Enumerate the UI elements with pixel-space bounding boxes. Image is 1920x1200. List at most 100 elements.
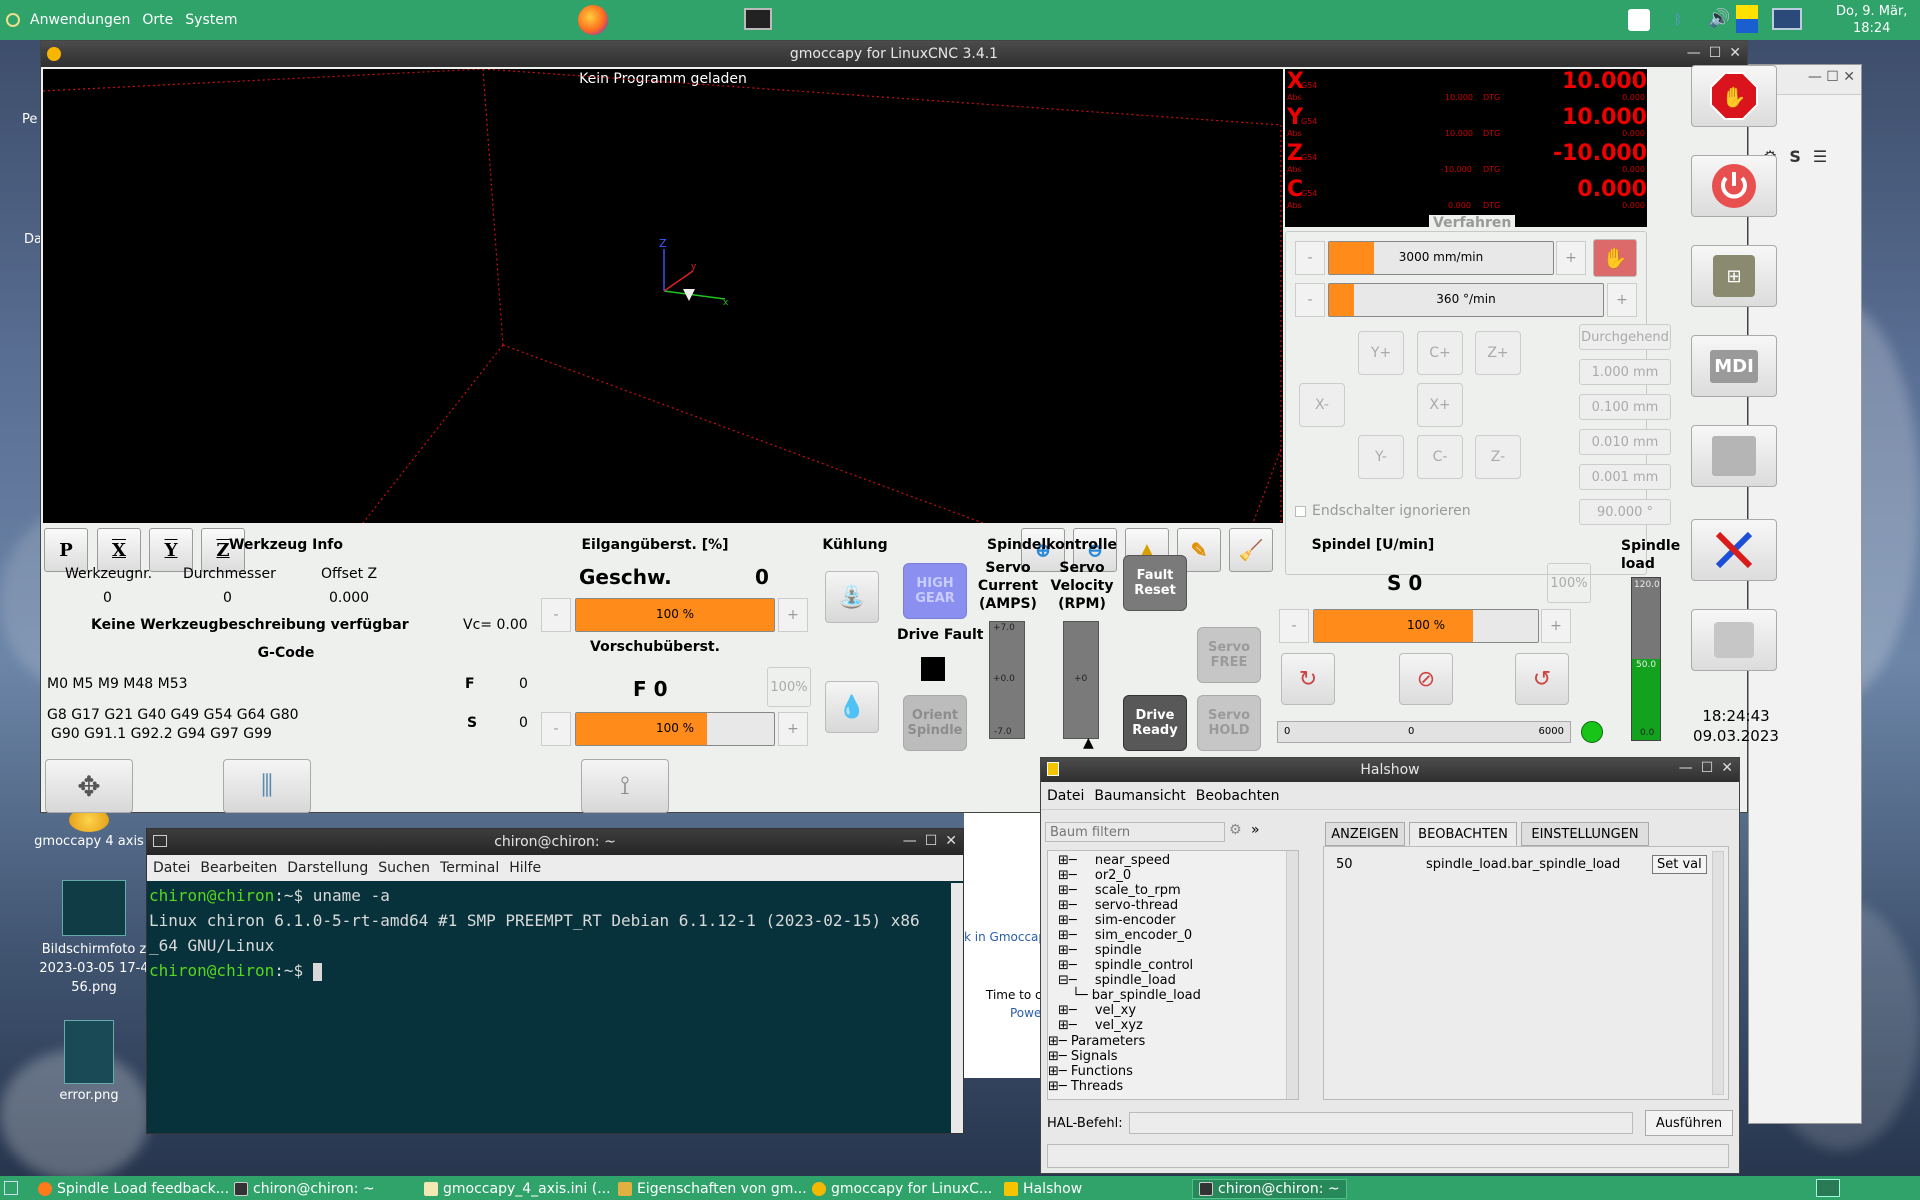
mist-coolant-button[interactable]: 💧 <box>825 681 879 733</box>
terminal-menu-hilfe[interactable]: Hilfe <box>509 860 541 876</box>
tree-filter-input[interactable] <box>1045 822 1225 842</box>
minimize-button[interactable]: — <box>1687 45 1701 61</box>
settings-button[interactable] <box>1691 519 1777 581</box>
terminal-titlebar[interactable]: chiron@chiron: ~ — ☐ ✕ <box>147 829 963 855</box>
background-link-text[interactable]: k in Gmoccap <box>964 930 1046 944</box>
jog-c-plus-button[interactable]: C+ <box>1417 331 1463 375</box>
watch-scrollbar[interactable] <box>1712 851 1724 1095</box>
terminal-content[interactable]: chiron@chiron:~$ uname -a Linux chiron 6… <box>147 881 963 983</box>
desktop-icon-screenshot[interactable]: Bildschirmfoto z 2023-03-05 17-4 56.png <box>26 880 162 997</box>
desktop-icon-error[interactable]: error.png <box>44 1020 134 1103</box>
menu-orte[interactable]: Orte <box>142 12 173 28</box>
hamburger-menu-icon[interactable]: ☰ <box>1813 147 1827 166</box>
tree-node[interactable]: ⊞─ vel_xyz <box>1058 1018 1201 1033</box>
hal-command-input[interactable] <box>1129 1112 1633 1134</box>
maximize-button[interactable]: ☐ <box>1701 760 1714 776</box>
spindle-reset-button[interactable]: 100% <box>1547 563 1591 603</box>
panel-clock[interactable]: Do, 9. Mär, 18:24 <box>1836 3 1907 37</box>
tree-node[interactable]: ⊞─ Signals <box>1048 1049 1145 1064</box>
tree-node[interactable]: ⊞─ near_speed <box>1058 853 1201 868</box>
linear-speed-plus-button[interactable]: + <box>1556 241 1586 275</box>
orient-spindle-button[interactable]: Orient Spindle <box>903 695 967 751</box>
increment-0-001mm-button[interactable]: 0.001 mm <box>1579 464 1671 490</box>
feed-minus-button[interactable]: - <box>541 712 571 746</box>
taskbar-item-properties[interactable]: Eigenschaften von gm... <box>618 1179 807 1199</box>
increment-1mm-button[interactable]: 1.000 mm <box>1579 359 1671 385</box>
firefox-launcher-icon[interactable] <box>578 5 608 35</box>
estop-button[interactable]: ✋ <box>1691 65 1777 127</box>
tree-node[interactable]: ⊞─ Parameters <box>1048 1034 1145 1049</box>
turtle-rapid-button[interactable]: ✋ <box>1593 239 1637 277</box>
spindle-forward-button[interactable]: ↻ <box>1281 653 1335 705</box>
halshow-menu-baumansicht[interactable]: Baumansicht <box>1094 788 1185 804</box>
desktop-icon-gmoccapy[interactable]: gmoccapy 4 axis <box>28 808 150 849</box>
tray-bluetooth-icon[interactable]: ᛒ <box>1674 12 1682 28</box>
servo-free-button[interactable]: Servo FREE <box>1197 627 1261 683</box>
rapid-override-bar[interactable]: 100 % <box>575 598 775 632</box>
linear-speed-bar[interactable]: 3000 mm/min <box>1328 241 1554 275</box>
angular-speed-minus-button[interactable]: - <box>1295 283 1325 317</box>
filter-settings-icon[interactable]: ⚙ <box>1229 822 1242 838</box>
jog-z-plus-button[interactable]: Z+ <box>1475 331 1521 375</box>
increment-0-1mm-button[interactable]: 0.100 mm <box>1579 394 1671 420</box>
halshow-window[interactable]: Halshow — ☐ ✕ Datei Baumansicht Beobachten… <box>1040 757 1740 1174</box>
gmoccapy-titlebar[interactable]: gmoccapy for LinuxCNC 3.4.1 — ☐ ✕ <box>41 41 1747 67</box>
taskbar-item-terminal-active[interactable]: chiron@chiron: ~ <box>1192 1179 1347 1199</box>
rapid-minus-button[interactable]: - <box>541 598 571 632</box>
maximize-button[interactable]: ☐ <box>1709 45 1722 61</box>
increment-0-01mm-button[interactable]: 0.010 mm <box>1579 429 1671 455</box>
terminal-window[interactable]: chiron@chiron: ~ — ☐ ✕ Datei Bearbeiten Da… <box>146 828 964 1134</box>
tray-network-icon[interactable] <box>1772 8 1802 30</box>
fault-reset-button[interactable]: Fault Reset <box>1123 555 1187 611</box>
distro-logo-icon[interactable] <box>6 13 20 27</box>
auto-mode-button[interactable] <box>1691 425 1777 487</box>
feed-reset-button[interactable]: 100% <box>767 667 811 707</box>
angular-speed-bar[interactable]: 360 °/min <box>1328 283 1604 317</box>
terminal-menu-datei[interactable]: Datei <box>153 860 190 876</box>
jog-x-plus-button[interactable]: X+ <box>1417 383 1463 427</box>
tree-node[interactable]: ⊞─ Threads <box>1048 1079 1145 1094</box>
flood-coolant-button[interactable]: ⛲ <box>825 571 879 623</box>
halshow-titlebar[interactable]: Halshow — ☐ ✕ <box>1041 758 1739 782</box>
close-button[interactable]: ✕ <box>1729 45 1741 61</box>
terminal-menu-bearbeiten[interactable]: Bearbeiten <box>200 860 277 876</box>
set-value-button[interactable]: Set val <box>1652 855 1707 874</box>
terminal-menu-suchen[interactable]: Suchen <box>378 860 430 876</box>
tray-indicator-icon[interactable] <box>1736 5 1758 33</box>
linear-speed-minus-button[interactable]: - <box>1295 241 1325 275</box>
angular-speed-plus-button[interactable]: + <box>1607 283 1637 317</box>
taskbar-item-terminal[interactable]: chiron@chiron: ~ <box>234 1179 375 1199</box>
tree-node[interactable]: ⊞─ servo-thread <box>1058 898 1201 913</box>
touch-off-button[interactable]: ⫼ <box>223 759 311 813</box>
power-button[interactable] <box>1691 155 1777 217</box>
gmoccapy-window[interactable]: gmoccapy for LinuxCNC 3.4.1 — ☐ ✕ Kein Pro… <box>40 40 1779 813</box>
ignore-limits-checkbox[interactable]: Endschalter ignorieren <box>1295 503 1471 519</box>
collapse-panel-icon[interactable]: » <box>1251 822 1260 838</box>
close-button[interactable]: ✕ <box>945 833 957 849</box>
spindle-reverse-button[interactable]: ↺ <box>1515 653 1569 705</box>
tree-node[interactable]: ⊞─ sim-encoder <box>1058 913 1201 928</box>
jog-z-minus-button[interactable]: Z- <box>1475 435 1521 479</box>
home-all-button[interactable]: ✥ <box>45 759 133 813</box>
taskbar-item-halshow[interactable]: Halshow <box>1004 1179 1082 1199</box>
minimize-button[interactable]: — <box>903 833 917 849</box>
tree-node[interactable]: ⊞─ spindle_control <box>1058 958 1201 973</box>
tree-node[interactable]: ⊞─ scale_to_rpm <box>1058 883 1201 898</box>
workspace-switcher[interactable] <box>1816 1179 1840 1197</box>
terminal-menu-darstellung[interactable]: Darstellung <box>287 860 368 876</box>
high-gear-button[interactable]: HIGH GEAR <box>903 563 967 619</box>
increment-continuous-button[interactable]: Durchgehend <box>1579 324 1671 350</box>
jog-y-plus-button[interactable]: Y+ <box>1358 331 1404 375</box>
gcode-preview[interactable]: Kein Programm geladen Z x y <box>43 69 1283 523</box>
feed-override-bar[interactable]: 100 % <box>575 712 775 746</box>
minimize-button[interactable]: — <box>1679 760 1693 776</box>
dro-row-y[interactable]: Y G54 Abs 10.000 DTG 10.000 0.000 <box>1285 105 1647 141</box>
spindle-stop-button[interactable]: ⊘ <box>1399 653 1453 705</box>
tray-volume-icon[interactable]: 🔊 <box>1708 8 1730 29</box>
maximize-button[interactable]: ☐ <box>925 833 938 849</box>
tree-scrollbar[interactable] <box>1286 851 1298 1099</box>
tab-anzeigen[interactable]: ANZEIGEN <box>1325 822 1405 846</box>
hal-tree[interactable]: ⊞─ near_speed ⊞─ or2_0 ⊞─ scale_to_rpm ⊞… <box>1047 850 1299 1100</box>
terminal-scrollbar[interactable] <box>951 883 963 1133</box>
manual-mode-button[interactable]: ⊞ <box>1691 245 1777 307</box>
